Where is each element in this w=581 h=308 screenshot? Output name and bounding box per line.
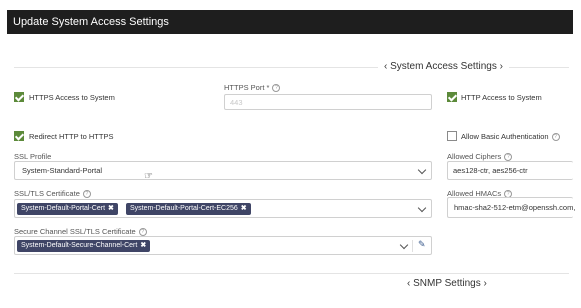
ssl-cert-label: SSL/TLS Certificate? [14,189,91,199]
secure-channel-label: Secure Channel SSL/TLS Certificate? [14,227,147,237]
divider [412,240,413,252]
basic-auth-label: Allow Basic Authentication? [461,132,560,142]
ssl-cert-tag[interactable]: System-Default-Portal-Cert ✖ [17,203,118,215]
dialog-title: Update System Access Settings [7,10,573,34]
section-divider [14,273,569,274]
info-icon[interactable]: ? [551,133,560,142]
section-header-snmp: ‹ SNMP Settings › [401,278,493,289]
secure-channel-select[interactable]: System-Default-Secure-Channel-Cert ✖ ✎ [14,236,432,255]
ssl-profile-select[interactable]: System-Standard-Portal [14,161,432,180]
https-port-input[interactable]: 443 [224,94,432,110]
allowed-ciphers-label: Allowed Ciphers? [447,152,513,162]
allowed-hmacs-input[interactable]: hmac-sha2-512-etm@openssh.com, [447,197,575,218]
ssl-cert-select[interactable]: System-Default-Portal-Cert ✖ System-Defau… [14,199,432,218]
section-header-system-access: ‹ System Access Settings › [378,61,509,72]
info-icon[interactable]: ? [138,228,147,237]
chevron-down-icon[interactable] [399,240,409,250]
ssl-cert-tag[interactable]: System-Default-Portal-Cert-EC256 ✖ [126,203,251,215]
basic-auth-checkbox[interactable] [447,131,457,141]
http-access-checkbox[interactable] [447,92,457,102]
info-icon[interactable]: ? [272,84,281,93]
chevron-down-icon[interactable] [417,165,427,175]
https-access-label: HTTPS Access to System [29,93,115,102]
pencil-icon[interactable]: ✎ [418,239,426,250]
remove-tag-icon[interactable]: ✖ [108,205,114,212]
allowed-ciphers-input[interactable]: aes128-ctr, aes256-ctr [447,161,573,180]
secure-channel-tag[interactable]: System-Default-Secure-Channel-Cert ✖ [17,240,151,252]
ssl-profile-label: SSL Profile [14,152,52,161]
remove-tag-icon[interactable]: ✖ [140,242,146,249]
chevron-down-icon[interactable] [417,203,427,213]
remove-tag-icon[interactable]: ✖ [241,205,247,212]
https-access-checkbox[interactable] [14,92,24,102]
redirect-checkbox[interactable] [14,131,24,141]
info-icon[interactable]: ? [504,153,513,162]
https-port-label: HTTPS Port *? [224,83,281,93]
http-access-label: HTTP Access to System [461,93,542,102]
redirect-label: Redirect HTTP to HTTPS [29,132,114,141]
info-icon[interactable]: ? [82,190,91,199]
mouse-cursor-icon: ☞ [144,171,153,182]
